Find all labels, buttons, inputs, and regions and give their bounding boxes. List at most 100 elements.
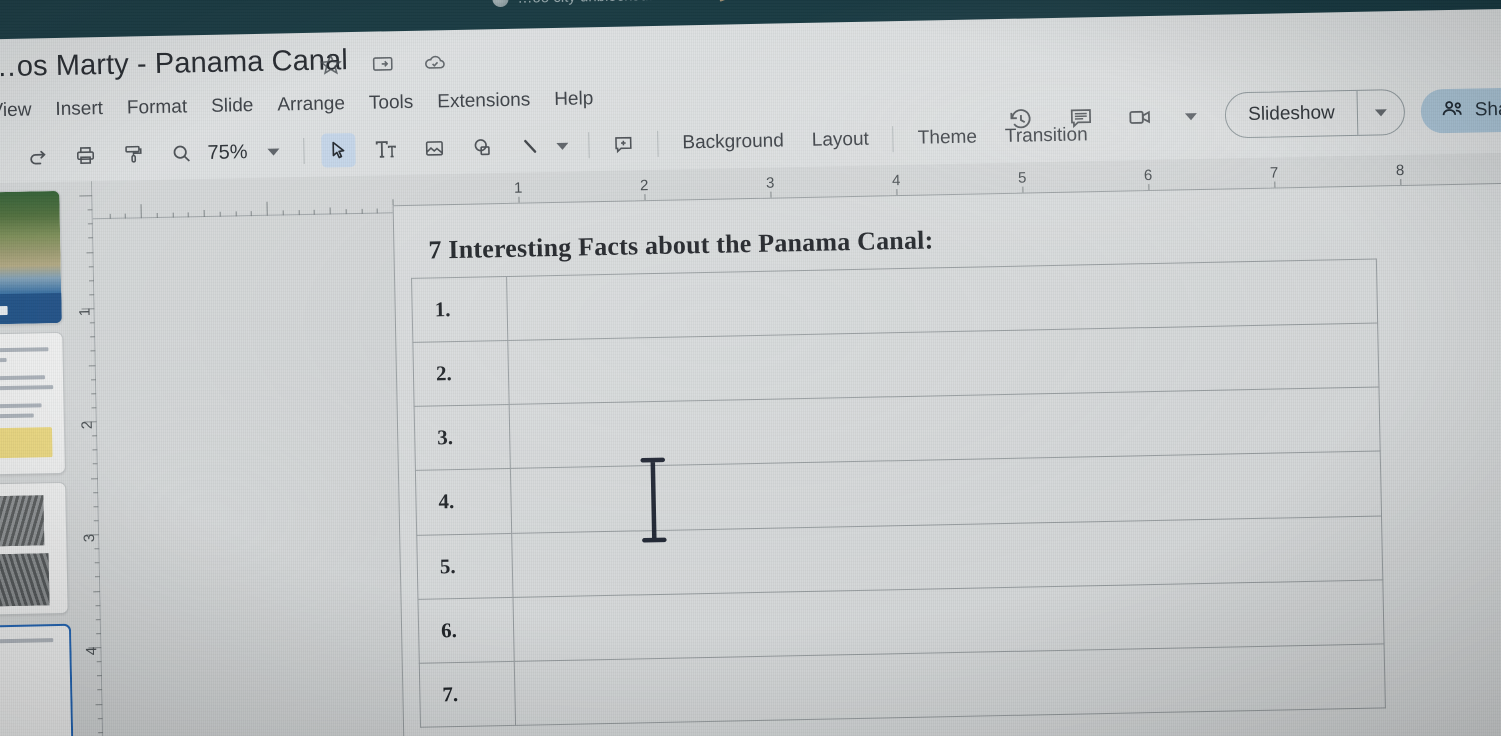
cloud-saved-icon[interactable] [422,50,446,74]
ruler-label: 2 [639,177,649,195]
historical-photo-icon [0,495,45,548]
ruler-tick [109,213,111,219]
ruler-tick [345,209,347,215]
ruler-tick [187,212,190,218]
slideshow-dropdown[interactable] [1358,108,1404,117]
ruler-tick [203,210,205,218]
background-button[interactable]: Background [668,126,798,159]
open-comments-icon[interactable] [1060,97,1103,140]
ruler-tick [156,212,158,218]
print-icon[interactable] [68,138,103,173]
menu-view[interactable]: View [0,97,44,124]
ruler-tick [361,208,363,214]
slide-canvas[interactable]: 7 Interesting Facts about the Panama Can… [392,182,1501,736]
ruler-tick [235,211,237,217]
screen-content: …oo city unblocked… Winter Clash 3D | Pl… [0,0,1501,736]
text-box-icon[interactable] [369,132,404,167]
slideshow-button[interactable]: Slideshow [1226,102,1357,127]
menu-tools[interactable]: Tools [357,90,426,117]
slide-thumbnail-selected[interactable] [0,623,75,736]
ruler-tick [93,590,101,592]
ruler-tick [90,477,99,479]
ruler-label: 1 [76,307,94,317]
insert-image-icon[interactable] [417,131,452,166]
ruler-tick [313,209,316,215]
ruler-label: 6 [1143,166,1153,185]
ruler-tick [86,251,94,253]
ruler-tick [282,210,284,216]
version-history-icon[interactable] [1000,98,1043,141]
insert-shape-icon[interactable] [465,130,500,165]
menu-help[interactable]: Help [542,86,606,113]
ruler-label: 2 [78,420,96,430]
ruler-label: 4 [82,646,101,656]
move-to-folder-icon[interactable] [370,51,394,75]
browser-tab[interactable]: Winter Clash 3D | Pl… [717,0,892,3]
slide-thumbnail[interactable] [0,481,69,617]
row-number: 6. [417,597,515,664]
share-button-label: Shar [1474,98,1501,121]
document-title[interactable]: …os Marty - Panama Canal [0,44,348,84]
row-number: 4. [415,468,512,535]
ruler-tick [266,201,268,216]
browser-tab-title: …oo city unblocked… [517,0,663,7]
ruler-tick [140,204,142,219]
ruler-label: 5 [1017,169,1027,187]
menu-arrange[interactable]: Arrange [265,91,357,119]
slideshow-button-group: Slideshow [1224,88,1406,139]
ruler-tick [376,208,378,214]
star-icon[interactable] [319,52,343,76]
ruler-tick [172,212,174,218]
google-meet-icon[interactable] [1120,96,1163,139]
thumbnail-banner [0,292,62,326]
ruler-label: 1 [513,179,523,197]
chevron-down-icon[interactable] [556,142,569,150]
ruler-label: 4 [891,172,901,190]
facts-table[interactable]: 1. 2. 3. 4. 5. 6. 7. [411,258,1386,728]
select-cursor-icon[interactable] [321,132,356,168]
browser-tab-title: Winter Clash 3D | Pl… [742,0,892,2]
insert-line-icon[interactable] [513,129,548,164]
browser-tab[interactable]: …oo city unblocked… [492,0,663,7]
people-add-icon [1441,98,1465,123]
chevron-down-icon [1374,108,1387,117]
slide-title-text[interactable]: 7 Interesting Facts about the Panama Can… [428,225,934,265]
row-number: 1. [411,276,508,343]
ruler-tick [298,210,300,216]
layout-button[interactable]: Layout [798,124,884,156]
workspace: 12345 123456789 7 Interesting Facts abou… [0,152,1501,736]
paint-format-icon[interactable] [116,137,151,172]
ruler-tick [219,211,221,217]
redo-icon[interactable] [20,139,55,174]
menu-insert[interactable]: Insert [43,96,115,123]
share-button[interactable]: Shar [1420,87,1501,134]
row-number: 2. [412,340,510,407]
slide-canvas-area[interactable]: 123456789 7 Interesting Facts about the … [92,152,1501,736]
toolbar-divider [303,137,305,165]
row-number: 7. [419,661,516,728]
zoom-level[interactable]: 75% [207,141,247,165]
historical-photo-icon [0,553,50,608]
ruler-tick [329,207,331,215]
ruler-tick [95,703,103,705]
ruler-label: 3 [765,174,775,192]
slide-thumbnail[interactable] [0,331,66,477]
menu-extensions[interactable]: Extensions [425,87,542,115]
chevron-down-icon[interactable] [267,147,280,156]
toolbar-divider [657,130,659,157]
menu-format[interactable]: Format [115,94,200,122]
globe-icon [492,0,509,7]
ruler-label: 3 [80,533,98,543]
ruler-label: 8 [1395,161,1405,180]
add-comment-icon[interactable] [606,127,641,162]
toolbar-divider [892,126,895,153]
ruler-tick [88,364,96,366]
toolbar-divider [588,132,590,159]
menu-slide[interactable]: Slide [199,93,266,120]
undo-icon[interactable] [0,140,7,175]
chevron-down-icon[interactable] [1185,112,1198,120]
theme-button[interactable]: Theme [904,122,992,154]
zoom-icon[interactable] [164,136,199,171]
slide-thumbnail[interactable] [0,189,63,327]
i-beam-text-cursor [639,457,669,544]
